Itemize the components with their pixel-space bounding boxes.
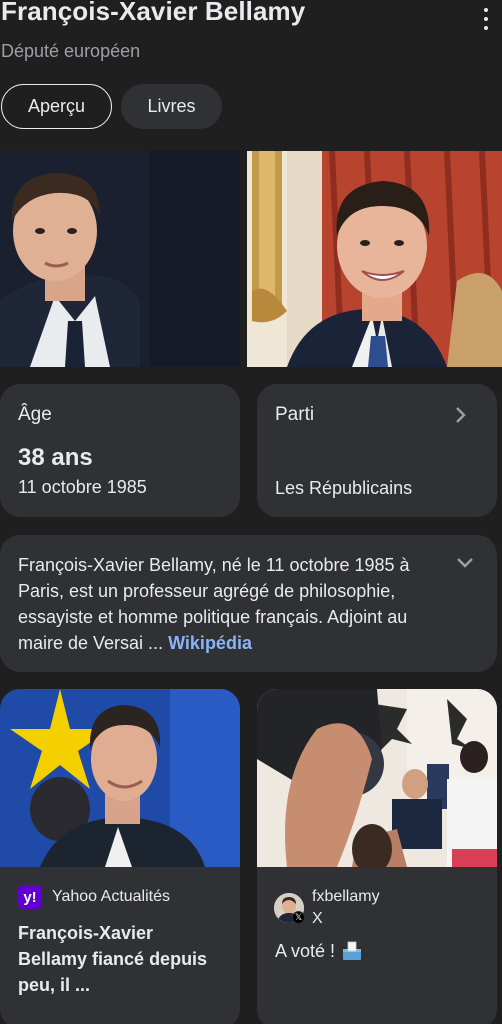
party-card[interactable]: Parti Les Républicains [257, 384, 497, 517]
description-text: François-Xavier Bellamy, né le 11 octobr… [18, 552, 448, 656]
birth-date: 11 octobre 1985 [18, 477, 147, 497]
yahoo-logo-icon: y! [18, 885, 42, 909]
chevron-down-icon[interactable] [456, 556, 474, 570]
page-title: François-Xavier Bellamy [1, 0, 306, 26]
news-title[interactable]: François-Xavier Bellamy fiancé depuis pe… [18, 920, 218, 998]
social-handle[interactable]: fxbellamy [312, 888, 380, 906]
wikipedia-link[interactable]: Wikipédia [168, 633, 252, 653]
ballot-box-icon [343, 941, 362, 960]
more-vert-icon[interactable] [480, 8, 492, 30]
portrait-photo-1[interactable] [0, 151, 240, 367]
tab-apercu[interactable]: Aperçu [1, 84, 112, 129]
age-card[interactable]: Âge 38 ans 11 octobre 1985 [0, 384, 240, 517]
social-platform: X [312, 910, 323, 927]
party-label: Parti [275, 404, 315, 425]
news-source: Yahoo Actualités [52, 888, 171, 905]
tab-livres[interactable]: Livres [121, 84, 222, 129]
age-label: Âge [18, 404, 52, 425]
chevron-right-icon [456, 407, 466, 423]
social-photo [257, 689, 497, 867]
portrait-photo-2[interactable] [247, 151, 502, 367]
page-subtitle: Député européen [1, 41, 141, 61]
social-post-text: A voté ! [275, 940, 363, 962]
party-value: Les Républicains [275, 478, 413, 498]
social-card[interactable]: A voté ! [257, 689, 497, 1024]
x-logo-icon: 𝕏 [292, 911, 305, 924]
age-value: 38 ans [18, 444, 93, 471]
social-post-label: A voté ! [275, 940, 336, 961]
news-photo [0, 689, 240, 867]
